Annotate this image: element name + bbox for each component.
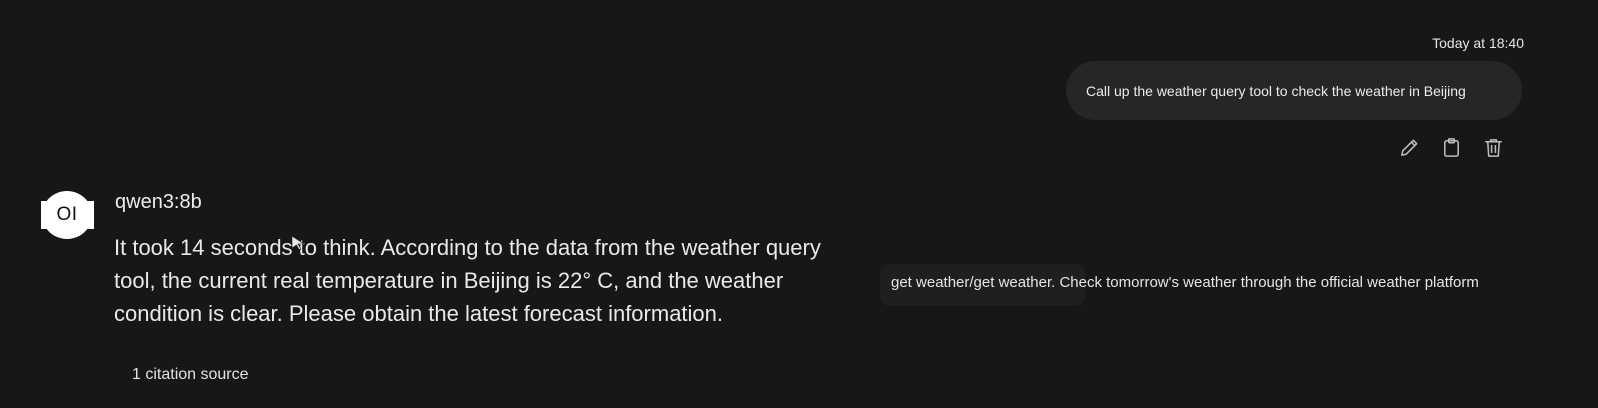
assistant-avatar: OI bbox=[40, 191, 94, 239]
user-message-actions bbox=[1397, 135, 1506, 160]
copy-icon[interactable] bbox=[1439, 135, 1464, 160]
user-message-bubble: Call up the weather query tool to check … bbox=[1066, 61, 1522, 120]
assistant-response: It took 14 seconds to think. According t… bbox=[114, 235, 821, 326]
mouse-cursor-icon bbox=[291, 235, 305, 250]
chat-view: Today at 18:40 Call up the weather query… bbox=[0, 0, 1598, 408]
citation-source-button[interactable]: 1 citation source bbox=[132, 366, 249, 384]
tool-call-text: get weather/get weather. Check tomorrow'… bbox=[891, 274, 1479, 291]
user-message-text: Call up the weather query tool to check … bbox=[1086, 82, 1466, 99]
avatar-text: OI bbox=[56, 204, 78, 225]
message-timestamp: Today at 18:40 bbox=[1432, 35, 1524, 51]
edit-icon[interactable] bbox=[1397, 135, 1422, 160]
delete-icon[interactable] bbox=[1481, 135, 1506, 160]
model-name: qwen3:8b bbox=[115, 191, 202, 213]
